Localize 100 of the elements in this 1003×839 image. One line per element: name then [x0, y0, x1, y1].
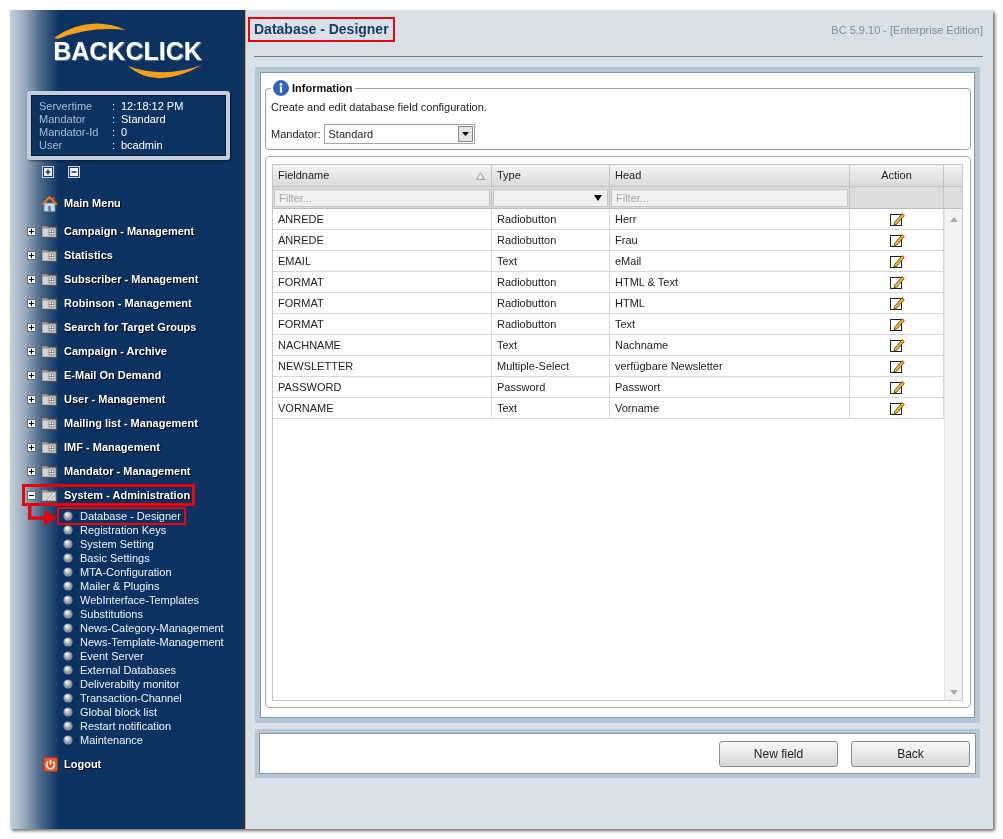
submenu-item[interactable]: Maintenance: [59, 733, 146, 747]
menu-item[interactable]: Campaign - Archive: [22, 340, 172, 362]
plus-box-icon[interactable]: [27, 226, 36, 236]
minus-box-icon[interactable]: [68, 166, 80, 178]
table-cell-text: EMAIL: [278, 254, 311, 269]
bullet-icon: [63, 581, 73, 591]
table-cell-text: Radiobutton: [497, 275, 557, 290]
plus-box-icon[interactable]: [27, 442, 36, 452]
table-cell-text: Radiobutton: [497, 317, 557, 332]
menu-item[interactable]: E-Mail On Demand: [22, 364, 167, 386]
submenu-item[interactable]: News-Category-Management: [59, 621, 227, 635]
folder-icon: [41, 248, 57, 262]
folder-icon: [41, 224, 57, 238]
submenu-item[interactable]: Mailer & Plugins: [59, 579, 163, 593]
table-cell-text: PASSWORD: [278, 380, 342, 395]
info-separator: :: [112, 139, 117, 152]
minus-box-icon[interactable]: [27, 490, 36, 500]
table-cell-text: ANREDE: [278, 233, 324, 248]
page-title: Database - Designer: [248, 17, 395, 42]
menu-item[interactable]: IMF - Management: [22, 436, 165, 458]
submenu-item[interactable]: System Setting: [59, 537, 157, 551]
submenu-item[interactable]: WebInterface-Templates: [59, 593, 203, 607]
table-cell-text: FORMAT: [278, 275, 324, 290]
field-label: Mandator:: [271, 128, 321, 140]
brand-name: BACKCLICK: [53, 39, 202, 64]
bullet-icon: [63, 567, 73, 577]
edit-icon[interactable]: [888, 253, 905, 269]
action-button[interactable]: New field: [719, 740, 838, 767]
info-label: User: [39, 139, 64, 152]
menu-item[interactable]: User - Management: [22, 388, 171, 410]
submenu-item[interactable]: Substitutions: [59, 607, 146, 621]
main-menu-link[interactable]: Main Menu: [22, 192, 126, 214]
edit-icon[interactable]: [888, 274, 905, 290]
menu-item[interactable]: Mandator - Management: [22, 460, 196, 482]
column-header[interactable]: Type: [492, 165, 610, 186]
edit-icon[interactable]: [888, 400, 905, 416]
table-cell-text: Password: [497, 380, 546, 395]
edit-icon[interactable]: [888, 379, 905, 395]
table-cell-text: HTML: [615, 296, 645, 311]
table-cell-text: HTML & Text: [615, 275, 678, 290]
edit-icon[interactable]: [888, 295, 905, 311]
submenu-item[interactable]: Global block list: [59, 705, 161, 719]
menu-item[interactable]: Statistics: [22, 244, 118, 266]
swoosh-icon: [128, 65, 202, 79]
plus-box-icon[interactable]: [27, 418, 36, 428]
submenu-item[interactable]: External Databases: [59, 663, 179, 677]
plus-box-icon[interactable]: [27, 250, 36, 260]
folder-icon: [41, 464, 57, 478]
menu-item[interactable]: Mailing list - Management: [22, 412, 203, 434]
bullet-icon: [63, 693, 73, 703]
submenu-item[interactable]: Basic Settings: [59, 551, 153, 565]
edit-icon[interactable]: [888, 211, 905, 227]
plus-box-icon[interactable]: [27, 274, 36, 284]
column-header[interactable]: Head: [610, 165, 850, 186]
edit-icon[interactable]: [888, 337, 905, 353]
menu-item[interactable]: Robinson - Management: [22, 292, 197, 314]
column-header[interactable]: Action: [850, 165, 944, 186]
bullet-icon: [63, 511, 73, 521]
table-cell-text: ANREDE: [278, 212, 324, 227]
folder-icon: [41, 440, 57, 454]
submenu-item[interactable]: Registration Keys: [59, 523, 170, 537]
folder-icon: [41, 368, 57, 382]
folder-icon: [41, 320, 57, 334]
action-button[interactable]: Back: [851, 740, 970, 767]
plus-box-icon[interactable]: [27, 370, 36, 380]
column-header[interactable]: Fieldname: [273, 165, 492, 186]
menu-item[interactable]: Search for Target Groups: [22, 316, 202, 338]
description-text: Create and edit database field configuration.: [271, 100, 488, 114]
submenu-item[interactable]: Database - Designer: [59, 509, 184, 523]
info-label: Mandator-Id: [39, 126, 100, 139]
plus-box-icon[interactable]: [27, 394, 36, 404]
info-separator: :: [112, 126, 117, 139]
mandator-select[interactable]: Standard: [323, 124, 475, 144]
filter-field[interactable]: Filter...: [611, 189, 848, 207]
bullet-icon: [63, 623, 73, 633]
submenu-item[interactable]: Deliverabilty monitor: [59, 677, 183, 691]
plus-box-icon[interactable]: [27, 322, 36, 332]
edit-icon[interactable]: [888, 358, 905, 374]
submenu-item[interactable]: News-Template-Management: [59, 635, 227, 649]
edit-icon[interactable]: [888, 316, 905, 332]
filter-field[interactable]: Filter...: [274, 189, 490, 207]
info-icon: [273, 80, 289, 96]
submenu-item[interactable]: MTA-Configuration: [59, 565, 175, 579]
table-cell-text: NACHNAME: [278, 338, 341, 353]
info-value: Standard: [121, 113, 167, 126]
plus-box-icon[interactable]: [27, 298, 36, 308]
menu-item[interactable]: Campaign - Management: [22, 220, 200, 242]
plus-box-icon[interactable]: [27, 466, 36, 476]
menu-item[interactable]: System - Administration: [22, 484, 196, 506]
logout-link[interactable]: Logout: [22, 753, 107, 775]
submenu-item[interactable]: Transaction-Channel: [59, 691, 185, 705]
table-cell-text: Frau: [615, 233, 638, 248]
plus-box-icon[interactable]: [42, 166, 54, 178]
submenu-item[interactable]: Event Server: [59, 649, 147, 663]
edit-icon[interactable]: [888, 232, 905, 248]
menu-item[interactable]: Subscriber - Management: [22, 268, 204, 290]
plus-box-icon[interactable]: [27, 346, 36, 356]
submenu-item[interactable]: Restart notification: [59, 719, 175, 733]
bullet-icon: [63, 679, 73, 689]
bullet-icon: [63, 707, 73, 717]
